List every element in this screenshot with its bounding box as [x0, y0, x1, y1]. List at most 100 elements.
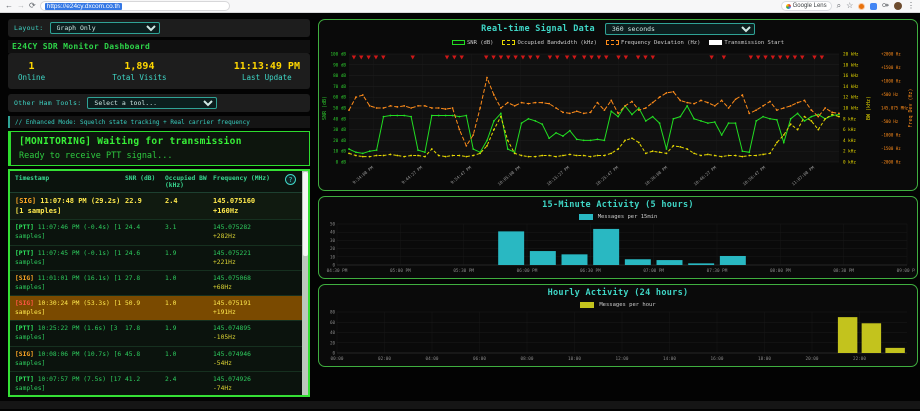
- svg-text:8 kHz: 8 kHz: [843, 116, 856, 122]
- table-row[interactable]: [PTT] 11:07:45 PM (-0.1s) [1 samples]24.…: [10, 246, 308, 271]
- table-row[interactable]: [PTT] 11:07:46 PM (-0.4s) [1 samples]24.…: [10, 220, 308, 245]
- search-icon[interactable]: ⌕: [837, 2, 841, 10]
- activity-bar: [720, 256, 746, 265]
- svg-text:06:30 PM: 06:30 PM: [580, 268, 601, 274]
- stats-panel: 1 Online 1,894 Total Visits 11:13:49 PM …: [8, 53, 310, 89]
- activity-bar: [885, 348, 904, 353]
- monitoring-status-box: [MONITORING] Waiting for transmission Re…: [8, 131, 310, 166]
- svg-text:12 kHz: 12 kHz: [843, 95, 859, 101]
- bandwidth-swatch: [502, 40, 515, 45]
- svg-text:80: 80: [330, 310, 336, 315]
- svg-text:+1000 Hz: +1000 Hz: [881, 79, 901, 84]
- table-row[interactable]: [SIG] 10:08:06 PM (10.7s) [6 samples]45.…: [10, 347, 308, 372]
- last-update-label: Last Update: [234, 73, 300, 82]
- footer-strip: [0, 401, 920, 409]
- svg-text:10 kHz: 10 kHz: [843, 106, 859, 112]
- browser-toolbar: ← → ⟳ https://e24cy.dxcom.co.th Google L…: [0, 0, 920, 13]
- activity-hourly-chart: 02040608000:0002:0004:0006:0008:0010:001…: [319, 309, 915, 364]
- svg-text:14 kHz: 14 kHz: [843, 84, 859, 90]
- svg-text:40 dB: 40 dB: [333, 116, 346, 122]
- stat-last-update: 11:13:49 PM Last Update: [234, 61, 300, 82]
- svg-text:07:00 PM: 07:00 PM: [643, 268, 664, 274]
- svg-text:30: 30: [330, 238, 336, 243]
- left-column: Layout: Graph Only E24CY SDR Monitor Das…: [8, 19, 310, 397]
- lens-icon: [786, 4, 791, 9]
- table-row[interactable]: [SIG] 10:30:24 PM (53.3s) [1 samples]50.…: [10, 296, 308, 321]
- visits-count: 1,894: [112, 61, 166, 72]
- table-row[interactable]: [PTT] 10:07:57 PM (7.5s) [17 samples]41.…: [10, 372, 308, 397]
- browser-actions: Google Lens ⌕ ☆ ⚩ ⋮: [781, 1, 915, 11]
- svg-text:50: 50: [330, 222, 336, 227]
- svg-text:11:07:08 PM: 11:07:08 PM: [791, 165, 816, 187]
- layout-label: Layout:: [14, 24, 44, 32]
- stat-visits: 1,894 Total Visits: [112, 61, 166, 82]
- google-lens-chip[interactable]: Google Lens: [781, 1, 832, 11]
- svg-text:+2000 Hz: +2000 Hz: [881, 52, 901, 57]
- svg-text:10: 10: [330, 254, 336, 259]
- svg-text:30 dB: 30 dB: [333, 127, 346, 133]
- svg-text:10 dB: 10 dB: [333, 149, 346, 155]
- back-icon[interactable]: ←: [5, 2, 13, 10]
- msg-15min-swatch: [579, 214, 593, 220]
- activity-15min-legend: Messages per 15min: [319, 212, 917, 221]
- legend-bandwidth: Occupied Bandwidth (kHz): [502, 40, 596, 46]
- table-scrollbar[interactable]: [302, 171, 308, 395]
- svg-text:22:00: 22:00: [853, 356, 866, 362]
- table-row[interactable]: [SIG] 11:01:01 PM (16.1s) [1 samples]27.…: [10, 271, 308, 296]
- signal-chart-header: Real-time Signal Data 360 seconds: [319, 20, 917, 38]
- url-bar[interactable]: https://e24cy.dxcom.co.th: [40, 1, 230, 11]
- svg-text:10:15:27 PM: 10:15:27 PM: [546, 165, 571, 187]
- tools-bar: Other Ham Tools: Select a tool...: [8, 94, 310, 112]
- scrollbar-thumb[interactable]: [303, 172, 308, 256]
- table-row[interactable]: [SIG] 11:07:48 PM (29.2s) [1 samples]22.…: [10, 193, 308, 220]
- svg-text:6 kHz: 6 kHz: [843, 127, 856, 133]
- col-bw: Occupied BW (kHz): [165, 175, 213, 189]
- extension-icon-orange[interactable]: [858, 3, 865, 10]
- activity-15min-panel: 15-Minute Activity (5 hours) Messages pe…: [318, 196, 918, 279]
- svg-text:60 dB: 60 dB: [333, 95, 346, 101]
- activity-hourly-legend: Messages per hour: [319, 300, 917, 309]
- col-timestamp: Timestamp: [15, 175, 125, 189]
- extension-icon-blue[interactable]: [870, 3, 877, 10]
- svg-text:08:00: 08:00: [521, 356, 534, 362]
- svg-text:06:00 PM: 06:00 PM: [517, 268, 538, 274]
- table-body: [SIG] 11:07:48 PM (29.2s) [1 samples]22.…: [10, 193, 308, 397]
- signal-chart-panel: Real-time Signal Data 360 seconds SNR (d…: [318, 19, 918, 191]
- visits-label: Total Visits: [112, 73, 166, 82]
- svg-text:50 dB: 50 dB: [333, 106, 346, 112]
- activity-bar: [593, 229, 619, 265]
- svg-text:0: 0: [332, 263, 335, 268]
- dashboard-page: Layout: Graph Only E24CY SDR Monitor Das…: [0, 13, 920, 411]
- svg-text:9:44:27 PM: 9:44:27 PM: [401, 165, 424, 185]
- svg-text:08:30 PM: 08:30 PM: [833, 268, 854, 274]
- layout-select[interactable]: Graph Only: [50, 22, 160, 34]
- activity-15min-chart: 0102030405004:30 PM05:00 PM05:30 PM06:00…: [319, 221, 915, 276]
- forward-icon[interactable]: →: [17, 2, 25, 10]
- svg-text:4 kHz: 4 kHz: [843, 138, 856, 144]
- table-row[interactable]: [PTT] 10:25:22 PM (1.6s) [3 samples]17.8…: [10, 321, 308, 346]
- bookmark-star-icon[interactable]: ☆: [846, 2, 853, 10]
- svg-text:-1500 Hz: -1500 Hz: [881, 146, 901, 151]
- browser-menu-icon[interactable]: ⋮: [907, 2, 915, 10]
- time-range-select[interactable]: 360 seconds: [605, 23, 755, 35]
- last-update-time: 11:13:49 PM: [234, 61, 300, 72]
- svg-text:60: 60: [330, 320, 336, 325]
- svg-text:06:00: 06:00: [473, 356, 486, 362]
- help-button[interactable]: ?: [285, 174, 296, 185]
- activity-bar: [862, 323, 881, 353]
- svg-text:20 dB: 20 dB: [333, 138, 346, 144]
- reload-icon[interactable]: ⟳: [29, 2, 36, 10]
- tools-select[interactable]: Select a tool...: [87, 97, 217, 109]
- activity-bar: [688, 263, 714, 265]
- stat-online: 1 Online: [18, 61, 45, 82]
- svg-text:2 kHz: 2 kHz: [843, 149, 856, 155]
- msg-hourly-swatch: [580, 302, 594, 308]
- table-header: Timestamp SNR (dB) Occupied BW (kHz) Fre…: [10, 171, 308, 193]
- extensions-puzzle-icon[interactable]: ⚩: [882, 2, 889, 10]
- activity-bar: [530, 251, 556, 265]
- svg-text:16 kHz: 16 kHz: [843, 73, 859, 79]
- svg-text:-2000 Hz: -2000 Hz: [881, 160, 901, 165]
- svg-text:08:00 PM: 08:00 PM: [770, 268, 791, 274]
- profile-avatar[interactable]: [894, 2, 902, 10]
- svg-text:10:36:08 PM: 10:36:08 PM: [644, 165, 669, 187]
